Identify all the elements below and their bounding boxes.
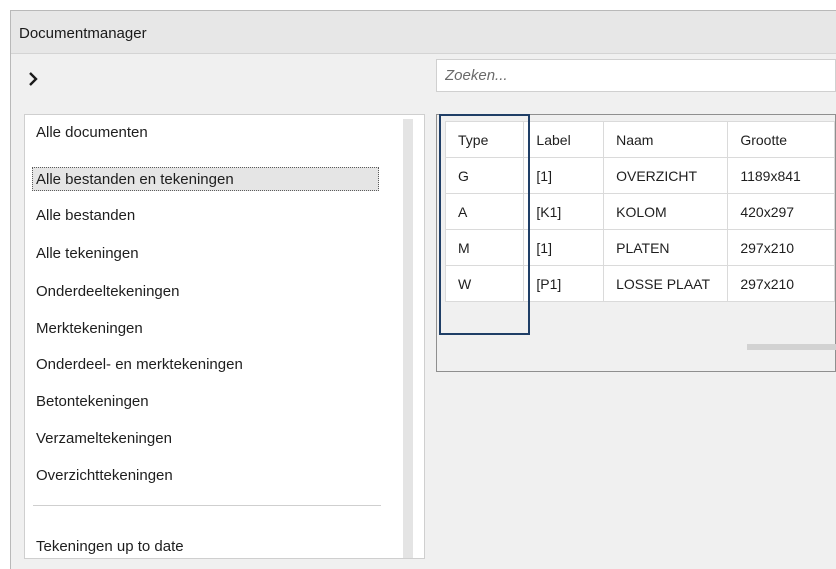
filter-item-alle-bestanden-en-tekeningen[interactable]: Alle bestanden en tekeningen xyxy=(32,167,379,191)
cell-type: W xyxy=(444,265,525,302)
column-header-type[interactable]: Type xyxy=(444,121,525,158)
table-header-row: Type Label Naam Grootte xyxy=(444,121,835,158)
document-table-panel: Type Label Naam Grootte G [1] OVERZICHT … xyxy=(436,114,836,372)
filter-separator xyxy=(33,505,381,506)
filter-item-alle-tekeningen[interactable]: Alle tekeningen xyxy=(33,242,151,266)
expand-panel-button[interactable] xyxy=(24,70,42,88)
filter-item-betontekeningen[interactable]: Betontekeningen xyxy=(33,390,161,414)
search-field[interactable] xyxy=(436,59,836,92)
cell-grootte: 297x210 xyxy=(727,265,835,302)
cell-grootte: 1189x841 xyxy=(727,157,835,194)
search-input[interactable] xyxy=(437,60,835,91)
cell-label: [P1] xyxy=(523,265,605,302)
cell-label: [1] xyxy=(523,157,605,194)
table-row[interactable]: A [K1] KOLOM 420x297 xyxy=(444,193,835,230)
filter-item-alle-bestanden[interactable]: Alle bestanden xyxy=(33,204,147,228)
table-row[interactable]: G [1] OVERZICHT 1189x841 xyxy=(444,157,835,194)
document-table: Type Label Naam Grootte G [1] OVERZICHT … xyxy=(444,121,835,302)
filter-item-tekeningen-up-to-date[interactable]: Tekeningen up to date xyxy=(33,535,196,558)
table-row[interactable]: W [P1] LOSSE PLAAT 297x210 xyxy=(444,265,835,302)
column-header-label[interactable]: Label xyxy=(523,121,605,158)
filter-item-overzichttekeningen[interactable]: Overzichttekeningen xyxy=(33,464,185,488)
cell-grootte: 420x297 xyxy=(727,193,835,230)
table-row[interactable]: M [1] PLATEN 297x210 xyxy=(444,229,835,266)
filter-list-scrollbar[interactable] xyxy=(403,119,413,558)
document-filter-list[interactable]: Alle documenten Alle bestanden en tekeni… xyxy=(24,114,425,559)
filter-item-alle-documenten[interactable]: Alle documenten xyxy=(33,121,160,145)
cell-naam: LOSSE PLAAT xyxy=(603,265,729,302)
cell-label: [K1] xyxy=(523,193,605,230)
cell-type: A xyxy=(444,193,525,230)
window-title: Documentmanager xyxy=(19,25,147,42)
cell-type: M xyxy=(444,229,525,266)
title-bar[interactable]: Documentmanager xyxy=(11,11,836,54)
column-header-naam[interactable]: Naam xyxy=(603,121,729,158)
filter-item-onderdeeltekeningen[interactable]: Onderdeeltekeningen xyxy=(33,280,191,304)
filter-item-verzameltekeningen[interactable]: Verzameltekeningen xyxy=(33,427,184,451)
cell-naam: PLATEN xyxy=(603,229,729,266)
cell-grootte: 297x210 xyxy=(727,229,835,266)
cell-naam: KOLOM xyxy=(603,193,729,230)
chevron-right-icon xyxy=(29,72,38,86)
cell-label: [1] xyxy=(523,229,605,266)
cell-naam: OVERZICHT xyxy=(603,157,729,194)
filter-item-merktekeningen[interactable]: Merktekeningen xyxy=(33,317,155,341)
table-horizontal-scrollbar[interactable] xyxy=(747,344,836,350)
filter-item-onderdeel-en-merktekeningen[interactable]: Onderdeel- en merktekeningen xyxy=(33,353,255,377)
column-header-grootte[interactable]: Grootte xyxy=(727,121,835,158)
cell-type: G xyxy=(444,157,525,194)
